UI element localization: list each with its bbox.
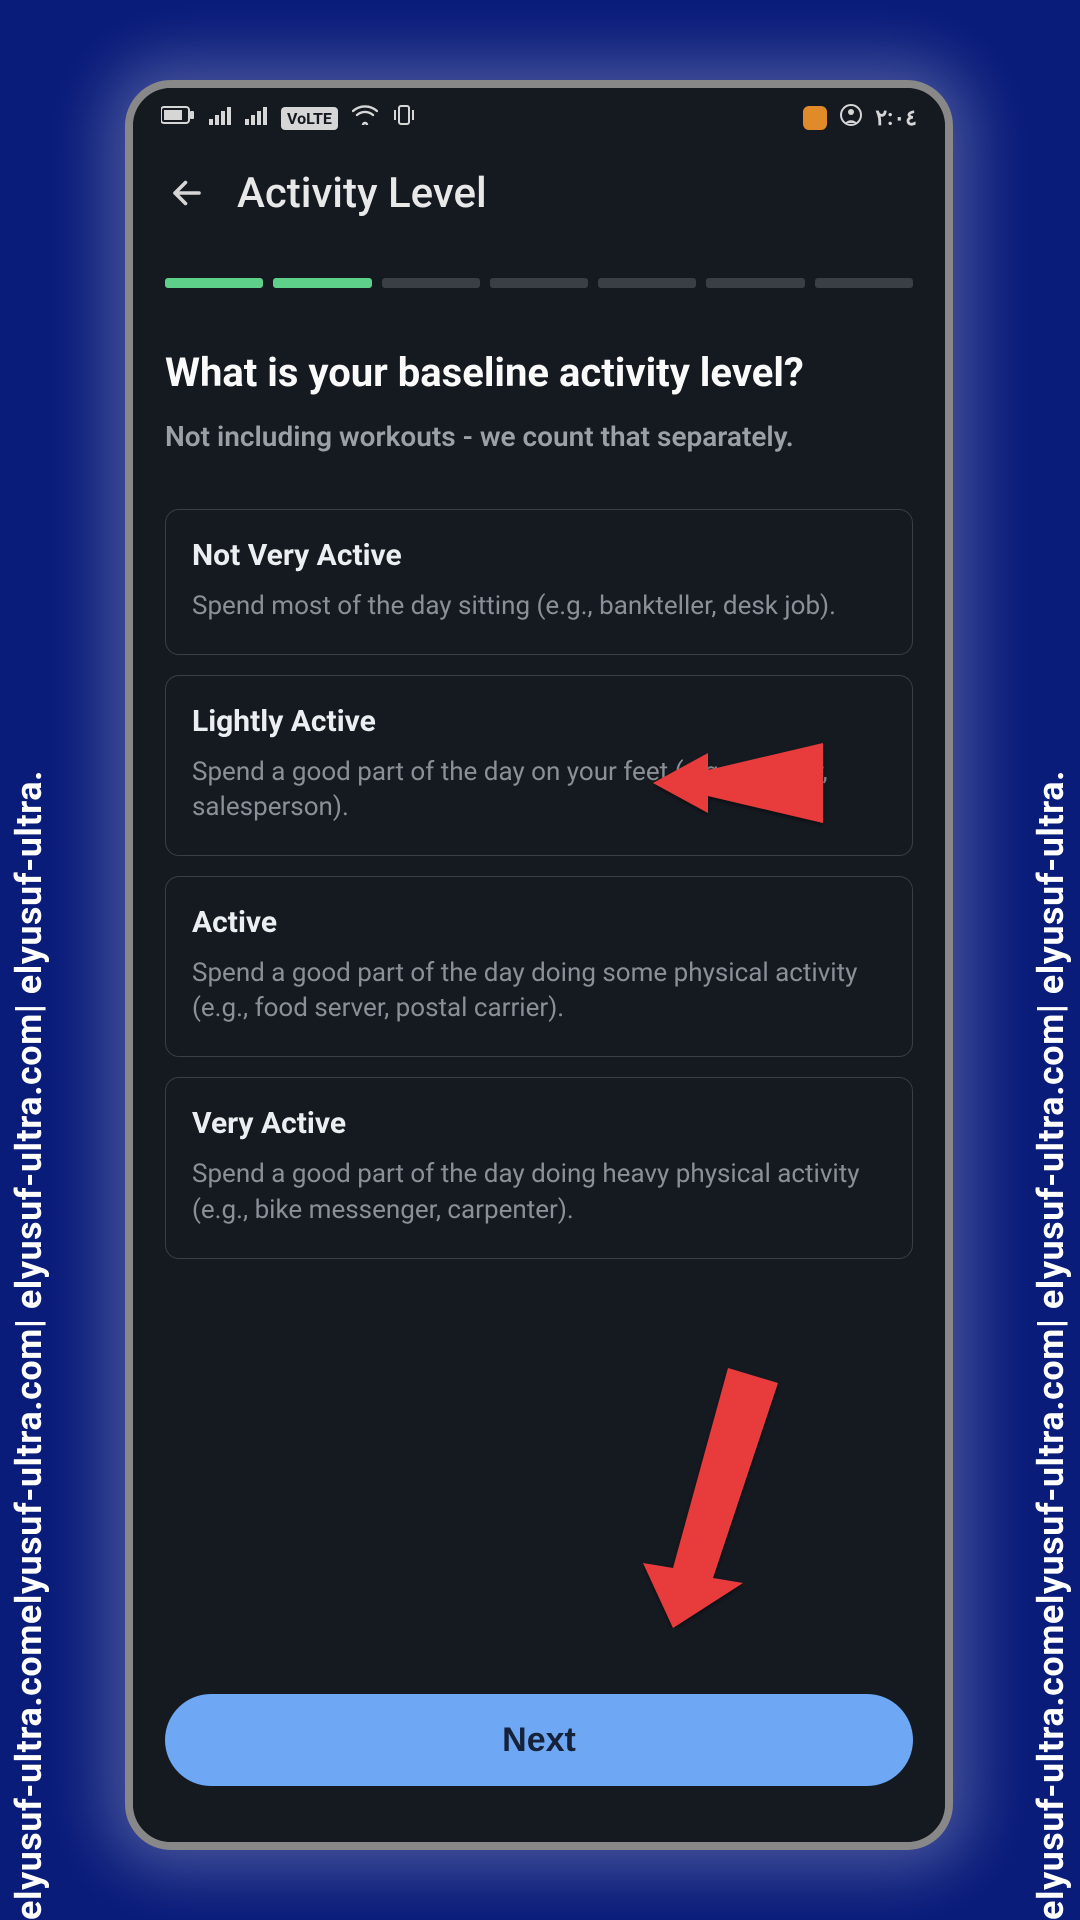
app-bar: Activity Level <box>133 148 945 238</box>
progress-segment <box>815 278 913 288</box>
option-title: Active <box>192 905 886 940</box>
arrow-left-icon <box>169 175 205 211</box>
status-time: ٢:٠٤ <box>875 106 917 131</box>
option-description: Spend a good part of the day on your fee… <box>192 755 886 825</box>
progress-segment <box>598 278 696 288</box>
question-subtitle: Not including workouts - we count that s… <box>165 420 913 453</box>
progress-segment <box>382 278 480 288</box>
system-icon <box>839 103 863 133</box>
watermark-right: elyusuf-ultra.comelyusuf-ultra.com| elyu… <box>1030 0 1072 1920</box>
progress-segment <box>490 278 588 288</box>
next-button[interactable]: Next <box>165 1694 913 1786</box>
option-not-very-active[interactable]: Not Very Active Spend most of the day si… <box>165 509 913 655</box>
question-title: What is your baseline activity level? <box>165 348 913 398</box>
option-lightly-active[interactable]: Lightly Active Spend a good part of the … <box>165 675 913 856</box>
option-description: Spend most of the day sitting (e.g., ban… <box>192 589 886 624</box>
option-description: Spend a good part of the day doing heavy… <box>192 1157 886 1227</box>
signal-icon <box>209 105 231 131</box>
progress-segment <box>706 278 804 288</box>
status-bar: VoLTE ٢:٠٤ <box>133 88 945 148</box>
progress-bar <box>133 238 945 288</box>
vibrate-icon <box>392 104 416 132</box>
option-very-active[interactable]: Very Active Spend a good part of the day… <box>165 1077 913 1258</box>
progress-segment <box>165 278 263 288</box>
notification-app-icon <box>803 106 827 130</box>
battery-icon <box>161 105 195 131</box>
phone-frame: VoLTE ٢:٠٤ Activity Level <box>125 80 953 1850</box>
option-active[interactable]: Active Spend a good part of the day doin… <box>165 876 913 1057</box>
volte-badge: VoLTE <box>281 107 338 130</box>
wifi-icon <box>352 105 378 131</box>
watermark-left: elyusuf-ultra.comelyusuf-ultra.com| elyu… <box>8 0 50 1920</box>
progress-segment <box>273 278 371 288</box>
signal-icon-2 <box>245 105 267 131</box>
option-title: Not Very Active <box>192 538 886 573</box>
page-title: Activity Level <box>237 169 487 218</box>
next-button-label: Next <box>502 1721 576 1760</box>
option-title: Very Active <box>192 1106 886 1141</box>
back-button[interactable] <box>165 171 209 215</box>
option-title: Lightly Active <box>192 704 886 739</box>
option-description: Spend a good part of the day doing some … <box>192 956 886 1026</box>
